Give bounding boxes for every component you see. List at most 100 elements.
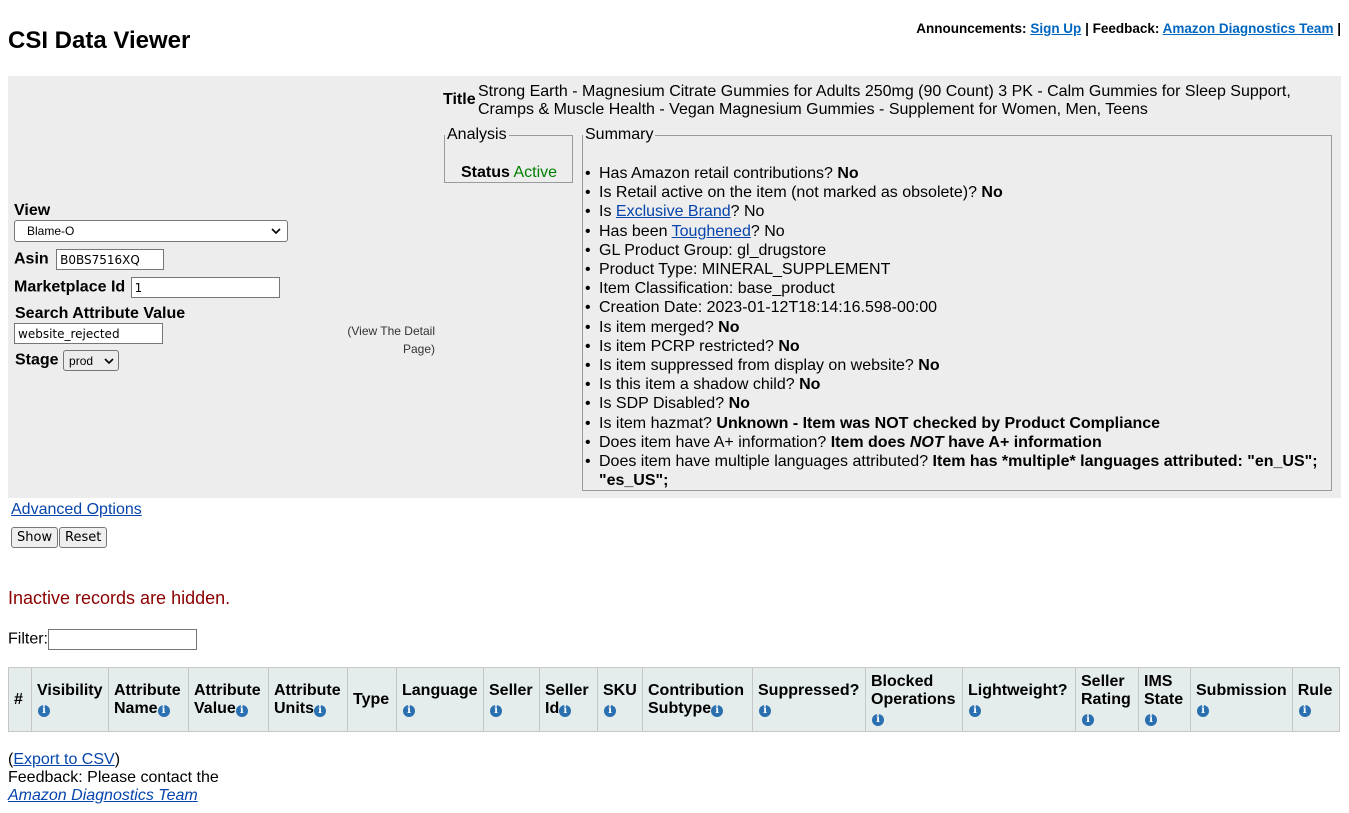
signup-link[interactable]: Sign Up [1030, 21, 1081, 36]
column-header[interactable]: Type [347, 667, 397, 732]
column-header-label: Lightweight? [968, 681, 1068, 699]
show-button[interactable]: Show [11, 527, 59, 548]
reset-button[interactable]: Reset [59, 527, 108, 548]
asin-input[interactable]: B0BS7516XQ [56, 249, 165, 270]
summary-item: Creation Date: 2023-01-12T18:14:16.598-0… [585, 298, 1331, 317]
announcements-label: Announcements: [916, 21, 1027, 36]
stage-select[interactable]: prod [63, 350, 120, 371]
column-header[interactable]: SKU i [597, 667, 643, 732]
column-header-label: Attribute [194, 681, 261, 699]
column-header-label: Units [274, 699, 314, 717]
column-header[interactable]: Blocked Operations i [865, 667, 963, 732]
summary-question: Is [599, 203, 612, 221]
info-icon[interactable]: i [759, 704, 771, 717]
answer-emphasis: NOT [909, 433, 944, 451]
summary-answer: No [918, 357, 940, 375]
column-header-label: Attribute [114, 681, 181, 699]
column-header-label: IMS [1144, 672, 1173, 690]
info-icon[interactable]: i [235, 704, 248, 717]
info-icon[interactable]: i [490, 704, 502, 717]
chevron-down-icon [271, 228, 281, 235]
info-icon[interactable]: i [604, 704, 616, 717]
analysis-legend: Analysis [447, 126, 507, 143]
feedback-link[interactable]: Amazon Diagnostics Team [1163, 21, 1334, 36]
column-header-label: Id [545, 699, 560, 717]
summary-question: Has been [599, 222, 668, 240]
column-header[interactable]: Contribution Subtype i [642, 667, 753, 732]
column-header[interactable]: Seller i [483, 667, 540, 732]
summary-item: Item Classification: base_product [585, 279, 1331, 298]
column-header[interactable]: Lightweight? i [962, 667, 1076, 732]
column-header[interactable]: Submission i [1190, 667, 1293, 732]
info-icon[interactable]: i [711, 704, 724, 717]
summary-question: Creation Date: 2023-01-12T18:14:16.598-0… [599, 299, 938, 317]
marketplace-label: Marketplace Id [14, 278, 126, 296]
column-header[interactable]: Attribute Name i [108, 667, 189, 732]
info-icon[interactable]: i [1145, 713, 1157, 726]
info-icon[interactable]: i [403, 704, 415, 717]
info-icon[interactable]: i [314, 704, 326, 717]
summary-item: Has been Toughened? No [585, 222, 1331, 241]
view-select[interactable]: Blame-O [14, 220, 288, 242]
summary-question: Item Classification: base_product [599, 280, 835, 298]
column-header[interactable]: Seller Rating i [1075, 667, 1139, 732]
info-icon[interactable]: i [157, 704, 170, 717]
column-header-label: Rule [1297, 681, 1333, 699]
column-header-label: Language [402, 681, 478, 699]
column-header[interactable]: Language i [396, 667, 484, 732]
column-header[interactable]: Attribute Value i [188, 667, 269, 732]
column-header[interactable]: Attribute Units i [268, 667, 348, 732]
column-header-label: Rating [1081, 690, 1131, 708]
column-header[interactable]: IMS State i [1138, 667, 1191, 732]
summary-item: Does item have A+ information? Item does… [585, 433, 1331, 452]
summary-item: Has Amazon retail contributions? No [585, 164, 1331, 183]
info-icon[interactable]: i [38, 704, 50, 717]
status-label: Status [461, 164, 510, 181]
filter-label: Filter: [8, 630, 48, 648]
search-attribute-input[interactable]: website_rejected [14, 323, 163, 344]
summary-item: Product Type: MINERAL_SUPPLEMENT [585, 260, 1331, 279]
column-header[interactable]: Visibility i [31, 667, 109, 732]
column-header[interactable]: Rule i [1291, 667, 1340, 732]
separator: | [1337, 21, 1341, 36]
chevron-down-icon [104, 357, 114, 364]
summary-link[interactable]: Exclusive Brand [616, 203, 731, 220]
info-icon[interactable]: i [872, 713, 884, 726]
view-select-value: Blame-O [27, 224, 75, 238]
diagnostics-team-link[interactable]: Amazon Diagnostics Team [8, 787, 198, 804]
summary-answer: No [837, 165, 859, 182]
info-icon[interactable]: i [1082, 713, 1094, 726]
summary-item: Is Exclusive Brand? No [585, 202, 1331, 221]
summary-question: Is SDP Disabled? [599, 395, 725, 413]
summary-link[interactable]: Toughened [672, 223, 751, 240]
info-icon[interactable]: i [559, 704, 572, 717]
top-bar: Announcements: Sign Up | Feedback: Amazo… [916, 21, 1341, 36]
column-header[interactable]: Suppressed? i [752, 667, 866, 732]
column-header[interactable]: # [8, 667, 32, 732]
info-icon[interactable]: i [969, 704, 981, 717]
table-header-row: # Visibility i Attribute Name i Attribute Value… [8, 667, 1340, 732]
column-header-label: Visibility [37, 681, 103, 699]
info-icon[interactable]: i [1298, 704, 1311, 717]
filter-input[interactable] [48, 629, 197, 650]
feedback-text: Feedback: Please contact the [8, 769, 219, 786]
summary-item: Is item PCRP restricted? No [585, 337, 1331, 356]
separator: | [1085, 21, 1089, 36]
info-icon[interactable]: i [1197, 704, 1209, 717]
column-header-label: Value [194, 699, 236, 717]
view-detail-page-link[interactable]: (View The Detail Page) [338, 322, 435, 358]
marketplace-input[interactable]: 1 [130, 277, 280, 298]
column-header-label: Submission [1196, 681, 1287, 699]
summary-answer: No [718, 318, 740, 336]
answer-part: have A+ information [948, 433, 1102, 451]
summary-item: Is item hazmat? Unknown - Item was NOT c… [585, 414, 1331, 433]
summary-list: Has Amazon retail contributions? NoIs Re… [583, 164, 1331, 490]
advanced-options-link[interactable]: Advanced Options [11, 501, 142, 519]
column-header-label: Seller [1081, 672, 1125, 690]
column-header-label: Name [114, 699, 158, 717]
export-csv-link[interactable]: Export to CSV [13, 751, 114, 768]
column-header[interactable]: Seller Id i [539, 667, 598, 732]
summary-answer: ? No [750, 222, 785, 240]
summary-question: Is item PCRP restricted? [599, 337, 774, 355]
summary-answer: Item does NOT have A+ information [831, 434, 1102, 451]
